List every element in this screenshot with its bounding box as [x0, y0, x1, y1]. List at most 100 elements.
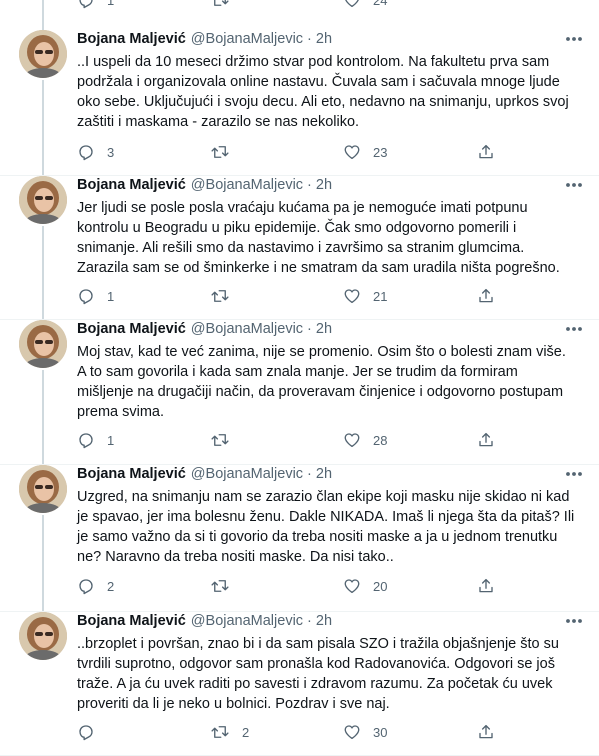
- tweet[interactable]: Bojana Maljević @BojanaMaljevic · 2h Uzg…: [0, 465, 599, 612]
- tweet-text-line: kontrolu u Beogradu u piku epidemije. Ča…: [77, 220, 517, 236]
- avatar[interactable]: [19, 465, 67, 513]
- like-button[interactable]: 20: [343, 577, 387, 595]
- like-count: 24: [373, 0, 388, 8]
- author-handle[interactable]: @BojanaMaljevic: [191, 466, 303, 482]
- author-handle[interactable]: @BojanaMaljevic: [191, 321, 303, 337]
- separator: ·: [307, 321, 312, 337]
- tweet-text-line: podržala i organizovala online nastavu. …: [77, 74, 560, 90]
- tweet[interactable]: Bojana Maljević @BojanaMaljevic · 2h ..b…: [0, 612, 599, 756]
- tweet-text-line: Jer ljudi se posle posla vraćaju kućama …: [77, 200, 528, 216]
- reply-button[interactable]: 3: [77, 143, 114, 161]
- timestamp[interactable]: 2h: [316, 321, 332, 337]
- reply-button[interactable]: 1: [77, 287, 114, 305]
- tweet-header: Bojana Maljević @BojanaMaljevic · 2h: [77, 321, 332, 337]
- more-button[interactable]: [563, 320, 585, 338]
- avatar[interactable]: [19, 320, 67, 368]
- retweet-button[interactable]: [210, 287, 242, 305]
- timestamp[interactable]: 2h: [316, 31, 332, 47]
- tweet-text-line: Moj stav, kad te već zanima, nije se pro…: [77, 344, 566, 360]
- tweet-header: Bojana Maljević @BojanaMaljevic · 2h: [77, 613, 332, 629]
- retweet-icon: [211, 580, 229, 592]
- more-button[interactable]: [563, 612, 585, 630]
- reply-icon: [79, 579, 93, 595]
- share-button[interactable]: [477, 577, 495, 595]
- like-icon: [345, 0, 359, 8]
- retweet-button[interactable]: [210, 577, 242, 595]
- like-button[interactable]: 21: [343, 287, 387, 305]
- share-button[interactable]: [477, 143, 495, 161]
- avatar[interactable]: [19, 612, 67, 660]
- more-icon: [566, 183, 582, 187]
- avatar[interactable]: [19, 30, 67, 78]
- more-button[interactable]: [563, 30, 585, 48]
- more-button[interactable]: [563, 465, 585, 483]
- like-count: 30: [373, 724, 388, 740]
- tweet-text: Uzgred, na snimanju nam se zarazio član …: [77, 487, 587, 567]
- tweet-text-line: traže. A ja ću uvek raditi po savesti i …: [77, 676, 553, 692]
- more-icon: [566, 619, 582, 623]
- author-name[interactable]: Bojana Maljević: [77, 466, 186, 482]
- tweet-text-line: Uzgred, na snimanju nam se zarazio član …: [77, 489, 570, 505]
- like-button[interactable]: 28: [343, 431, 387, 449]
- tweet-actions: 1 28: [77, 431, 517, 451]
- retweet-button[interactable]: [210, 143, 242, 161]
- more-icon: [566, 472, 582, 476]
- share-button[interactable]: [477, 431, 495, 449]
- author-handle[interactable]: @BojanaMaljevic: [191, 177, 303, 193]
- separator: ·: [307, 31, 312, 47]
- tweet-text: Jer ljudi se posle posla vraćaju kućama …: [77, 198, 587, 278]
- tweet[interactable]: Bojana Maljević @BojanaMaljevic · 2h Jer…: [0, 176, 599, 320]
- tweet-text-line: ..brzoplet i površan, znao bi i da sam p…: [77, 636, 559, 652]
- reply-button[interactable]: [77, 723, 107, 741]
- retweet-button[interactable]: 2: [210, 723, 249, 741]
- tweet[interactable]: Bojana Maljević @BojanaMaljevic · 2h Moj…: [0, 320, 599, 465]
- tweet-header: Bojana Maljević @BojanaMaljevic · 2h: [77, 31, 332, 47]
- share-button[interactable]: [477, 723, 495, 741]
- retweet-button[interactable]: [210, 0, 230, 9]
- reply-button[interactable]: 2: [77, 577, 114, 595]
- retweet-count: 2: [242, 724, 250, 740]
- separator: ·: [307, 177, 312, 193]
- tweet-text-line: snimanje. Ali rešili smo da nastavimo i …: [77, 240, 525, 256]
- timestamp[interactable]: 2h: [316, 177, 332, 193]
- share-icon: [479, 144, 493, 159]
- tweet-actions: 2 30: [77, 723, 517, 743]
- tweet[interactable]: Bojana Maljević @BojanaMaljevic · 2h ..I…: [0, 30, 599, 176]
- tweet-text-line: prema svima.: [77, 404, 165, 420]
- reply-button[interactable]: 1: [77, 431, 114, 449]
- author-name[interactable]: Bojana Maljević: [77, 31, 186, 47]
- share-icon: [479, 288, 493, 303]
- like-button[interactable]: 23: [343, 143, 387, 161]
- separator: ·: [307, 613, 312, 629]
- reply-icon: [79, 0, 93, 9]
- reply-count: 1: [107, 0, 115, 8]
- tweet-text-line: oko sebe. Uključujući i svoju decu. Ali …: [77, 94, 569, 110]
- tweet-text-line: je samo važno da si ti govorio da treba …: [77, 529, 558, 545]
- tweet-text-line: Zarazila sam se od šminkerke i ne smatra…: [77, 260, 560, 276]
- timestamp[interactable]: 2h: [316, 613, 332, 629]
- author-name[interactable]: Bojana Maljević: [77, 177, 186, 193]
- tweet-header: Bojana Maljević @BojanaMaljevic · 2h: [77, 177, 332, 193]
- tweet-text-line: ne? Naravno da treba nositi maske. Da ni…: [77, 549, 394, 565]
- retweet-button[interactable]: [210, 431, 242, 449]
- more-button[interactable]: [563, 176, 585, 194]
- author-handle[interactable]: @BojanaMaljevic: [191, 31, 303, 47]
- like-icon: [344, 289, 360, 304]
- share-icon: [479, 578, 493, 593]
- reply-button[interactable]: 1: [77, 0, 114, 9]
- author-name[interactable]: Bojana Maljević: [77, 321, 186, 337]
- like-count: 28: [373, 432, 388, 448]
- share-button[interactable]: [477, 287, 495, 305]
- like-button[interactable]: 30: [343, 723, 387, 741]
- previous-tweet-actions: 1 24: [0, 0, 599, 14]
- author-handle[interactable]: @BojanaMaljevic: [191, 613, 303, 629]
- like-button[interactable]: 24: [343, 0, 387, 9]
- retweet-icon: [211, 726, 229, 738]
- author-name[interactable]: Bojana Maljević: [77, 613, 186, 629]
- separator: ·: [307, 466, 312, 482]
- more-icon: [566, 37, 582, 41]
- tweet-actions: 1 21: [77, 287, 517, 307]
- tweet-text-line: zaštiti i maskama - zarazilo se nas neko…: [77, 114, 360, 130]
- avatar[interactable]: [19, 176, 67, 224]
- timestamp[interactable]: 2h: [316, 466, 332, 482]
